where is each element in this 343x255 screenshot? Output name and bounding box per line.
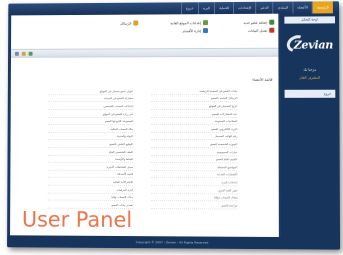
tool-messages[interactable]: الرسائل [120,20,139,26]
nav-item[interactable]: خروج [180,2,198,15]
quick-tools: إضافة عضو جديد تعديل البيانات إعدادات ال… [11,13,279,45]
list-item[interactable]: النقاط والأوسمة [47,156,134,164]
nav-item-home[interactable]: الرئيسية [311,1,333,14]
zevian-logo: Zevian [283,29,335,59]
main-panel: إضافة عضو جديد تعديل البيانات إعدادات ال… [10,13,279,238]
logout-link[interactable]: خروج [284,89,336,98]
list-row: آخر زيارة للعضو في الموقع عدد المشاركات ل… [48,111,238,119]
list-item[interactable]: سجل النشاطات الأخيرة [47,164,134,171]
list-item[interactable]: تغيير كلمة المرور [150,187,238,194]
list-item[interactable]: الإشعارات الجديدة [150,172,238,179]
tool-label: إدارة الأقسام [182,28,202,33]
sections-icon [203,28,209,34]
list-item[interactable]: حالة الحساب الحالية [47,126,134,133]
list-item[interactable]: عدد المشاركات للعضو [151,111,238,118]
list-item[interactable]: الصورة الشخصية للعضو [151,141,238,149]
nav-item[interactable]: البريد [197,2,215,15]
tool-label: الرسائل [120,21,132,26]
list-row: المجموعة التابع لها العضو الصلاحيات الممن… [47,118,238,126]
list-item[interactable]: إعدادات البريد [150,179,238,187]
edit-icon [269,27,275,33]
list-row: عنوان عضو مسجل في الموقع بيانات العضو في … [48,88,238,96]
list-item[interactable]: خيارات الخصوصية [151,149,238,156]
user-panel-watermark: User Panel [21,207,133,233]
user-role: المشرف العام [299,75,321,80]
nav-item[interactable]: الدعم [255,1,273,14]
list-item[interactable]: المواضيع المفضلة [150,164,238,171]
tool-label: إعدادات الموقع العامة [170,20,202,25]
list-item[interactable]: التوقيع الخاص بالعضو [47,141,134,148]
list-item[interactable]: آخر زيارة للعضو في الموقع [48,111,134,118]
list-item[interactable]: الصلاحيات الممنوحة [151,119,238,126]
settings-icon [203,20,209,26]
list-item[interactable]: عنوان عضو مسجل في الموقع [48,88,134,96]
list-row: إعدادات الحساب الشخصي تاريخ التسجيل في ال… [48,103,238,111]
list-item[interactable]: قائمة الأصدقاء [47,172,134,179]
tool-label: إضافة عضو جديد [243,20,268,25]
list-item[interactable]: التقييم العام للعضو [150,157,238,164]
list-item[interactable]: إدارة المرفقات [47,187,134,194]
list-row: الملف الشخصي العام خيارات الخصوصية [47,149,238,157]
list-item[interactable]: بيانات العضو في الصفحة الرئيسية [151,88,238,95]
list-item[interactable]: إيقاف الحساب مؤقتا [150,195,238,202]
sidebar-header: لوحة التحكم [284,16,336,24]
tool-add-user[interactable]: إضافة عضو جديد [243,19,275,25]
list-item[interactable]: مراجعة العضو [150,202,238,210]
footer: Copyright © 2007 - Zevian - All Rights R… [7,235,341,250]
welcome-label: مرحبا بك [303,67,317,72]
list-row: الدولة والمدينة رقم الهاتف المسجل [47,134,238,142]
tool-edit[interactable]: تعديل البيانات [247,27,275,33]
list-item[interactable]: رقم الهاتف المسجل [151,134,238,141]
list-item[interactable]: تاريخ التسجيل في الموقع [151,103,238,111]
tool-sections[interactable]: إدارة الأقسام [182,28,209,34]
list-row: حالة الحساب الحالية البريد الإلكتروني للع… [47,126,238,134]
list-row: التوقيع الخاص بالعضو الصورة الشخصية للعضو [47,141,238,149]
list-row: مشاركة العضو في المنتدى الرسائل الخاصة با… [48,96,238,104]
mail-icon [133,20,139,26]
members-list: عنوان عضو مسجل في الموقع بيانات العضو في … [47,88,238,210]
list-item[interactable]: مشاركة العضو في المنتدى [48,96,134,103]
list-item[interactable]: الدولة والمدينة [47,134,134,141]
bold-icon[interactable] [14,51,19,56]
nav-item[interactable]: الأعضاء [292,1,312,14]
nav-item[interactable]: الإعدادات [233,1,256,14]
nav-item[interactable]: المنتدى [272,1,293,14]
check-icon[interactable] [28,51,33,56]
list-item[interactable]: إعدادات الحساب الشخصي [48,104,134,111]
list-item[interactable]: حذف الحساب نهائيا [47,194,133,202]
list-item[interactable]: الرسائل الخاصة بالعضو [151,96,238,103]
edit-icon[interactable] [21,51,26,56]
screenshot-frame: خروج البريد الحماية الإعدادات الدعم المن… [7,1,341,250]
section-title: قائمة الأعضاء [252,77,273,82]
tool-settings[interactable]: إعدادات الموقع العامة [170,20,209,26]
editor-toolbar [10,47,279,58]
nav-item[interactable]: الحماية [214,2,234,15]
tool-label: تعديل البيانات [247,28,268,33]
right-sidebar: لوحة التحكم Zevian مرحبا بك المشرف العام… [280,13,340,238]
add-user-icon [269,19,275,25]
list-item[interactable]: الملف الشخصي العام [47,149,134,156]
list-item[interactable]: البريد الإلكتروني للعضو [151,126,238,133]
logo-text: Zevian [293,38,334,52]
list-item[interactable]: الاشتراكات الحالية [47,179,134,186]
list-item[interactable]: المجموعة التابع لها العضو [47,119,134,126]
